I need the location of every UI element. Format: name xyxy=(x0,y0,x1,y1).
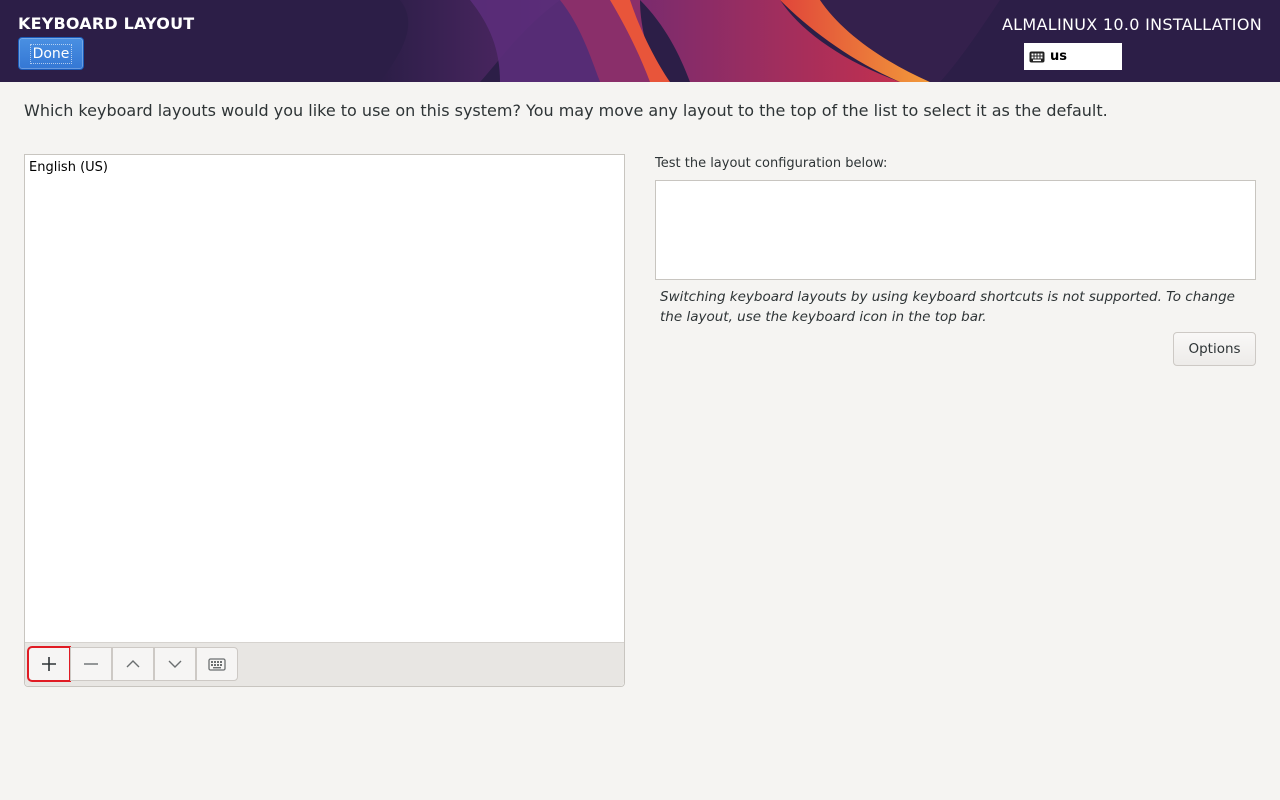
layout-list-panel: English (US) xyxy=(24,154,625,687)
minus-icon xyxy=(84,663,98,665)
instructions-text: Which keyboard layouts would you like to… xyxy=(24,101,1108,120)
product-title: ALMALINUX 10.0 INSTALLATION xyxy=(1001,15,1262,34)
chevron-up-icon xyxy=(126,660,140,668)
options-button[interactable]: Options xyxy=(1173,332,1256,366)
move-up-button[interactable] xyxy=(112,647,154,681)
shortcut-note: Switching keyboard layouts by using keyb… xyxy=(660,289,1235,325)
layout-indicator-label: us xyxy=(1050,49,1067,64)
page-title: KEYBOARD LAYOUT xyxy=(18,14,195,33)
chevron-down-icon xyxy=(168,660,182,668)
done-button-label: Done xyxy=(29,43,73,64)
move-down-button[interactable] xyxy=(154,647,196,681)
remove-layout-button[interactable] xyxy=(70,647,112,681)
done-button[interactable]: Done xyxy=(18,37,84,70)
preview-layout-button[interactable] xyxy=(196,647,238,681)
add-layout-button[interactable] xyxy=(27,646,71,682)
keyboard-icon xyxy=(208,657,226,671)
keyboard-icon xyxy=(1029,51,1045,62)
layout-list-toolbar xyxy=(25,642,624,686)
test-layout-input[interactable] xyxy=(655,180,1256,280)
test-layout-label: Test the layout configuration below: xyxy=(655,156,888,171)
plus-icon xyxy=(42,657,56,671)
keyboard-layout-indicator[interactable]: us xyxy=(1024,43,1122,70)
header-bar: KEYBOARD LAYOUT Done ALMALINUX 10.0 INST… xyxy=(0,0,1280,82)
list-item[interactable]: English (US) xyxy=(25,155,624,180)
layout-list[interactable]: English (US) xyxy=(25,155,624,643)
